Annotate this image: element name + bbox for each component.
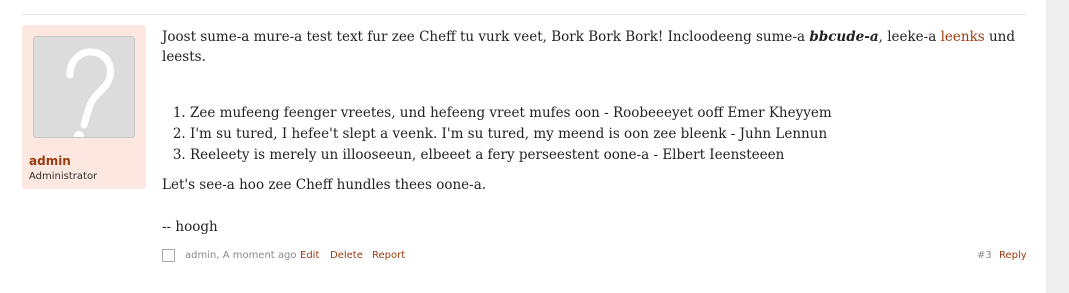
quote-list: Zee mufeeng feenger vreetes, und hefeeng… [162,103,1032,166]
post-text: , leeke-a [878,29,941,45]
question-mark-icon [66,48,114,137]
reply-link[interactable]: Reply [999,250,1027,261]
bbcode-text: bbcude-a [809,29,879,45]
author-role: Administrator [29,171,98,182]
post-text: Joost sume-a mure-a test text fur zee Ch… [162,29,810,45]
select-post-checkbox[interactable] [162,249,175,262]
author-panel: admin Administrator [22,25,146,189]
list-item: Reeleety is merely un illooseeun, elbeee… [190,145,1032,166]
report-link[interactable]: Report [372,250,405,261]
right-sidebar-edge [1046,0,1069,293]
post-meta-bar: admin, A moment ago Edit Delete Report #… [162,249,1027,263]
delete-link[interactable]: Delete [330,250,363,261]
post-signature: -- hoogh [162,219,218,235]
post-link[interactable]: leenks [941,29,985,45]
list-item: I'm su tured, I hefee't slept a veenk. I… [190,124,1032,145]
post-number[interactable]: #3 [977,250,992,261]
post-body: Joost sume-a mure-a test text fur zee Ch… [162,27,1032,237]
top-divider [22,14,1026,15]
post-date: admin, A moment ago [185,250,297,261]
post-paragraph-2: Let's see-a hoo zee Cheff hundles thees … [162,177,487,193]
edit-link[interactable]: Edit [300,250,319,261]
avatar[interactable] [33,36,135,138]
author-name-link[interactable]: admin [29,154,71,168]
list-item: Zee mufeeng feenger vreetes, und hefeeng… [190,103,1032,124]
post-paragraph: Joost sume-a mure-a test text fur zee Ch… [162,27,1032,83]
